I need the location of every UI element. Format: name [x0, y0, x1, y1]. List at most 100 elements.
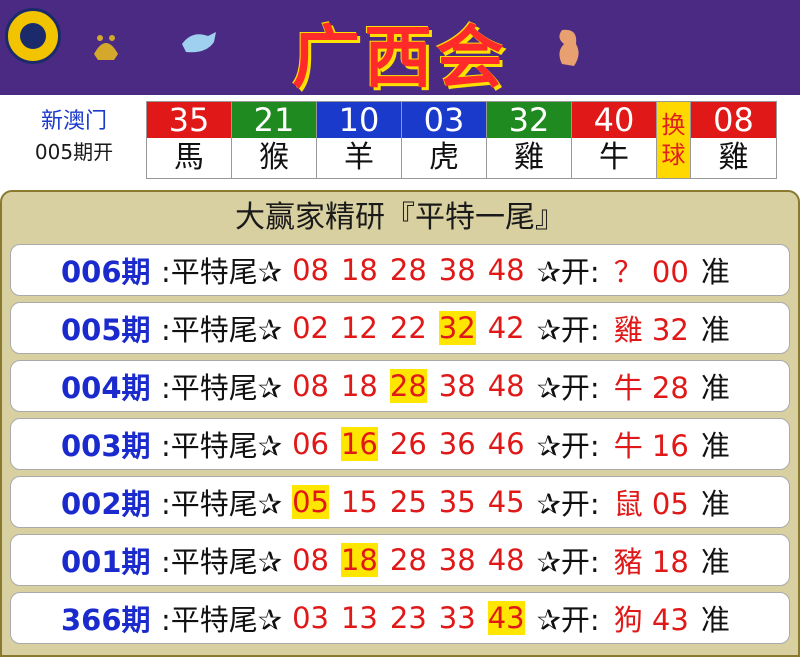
special-ball: 08 雞 [691, 102, 776, 178]
row-result: 雞 32 [613, 313, 689, 347]
row-number: 18 [340, 253, 378, 287]
row-number: 12 [340, 311, 378, 345]
row-result: 牛 28 [613, 371, 689, 405]
row-number: 38 [438, 543, 476, 577]
row-number: 46 [487, 427, 525, 461]
row-numbers: 06 16 26 36 46 [292, 427, 525, 461]
row-numbers: 08 18 28 38 48 [292, 369, 525, 403]
row-number: 05 [292, 485, 329, 519]
row-number: 33 [438, 601, 476, 635]
row-number: 25 [389, 485, 427, 519]
row-number: 48 [487, 543, 525, 577]
row-number: 22 [389, 311, 427, 345]
row-period: 366期 [61, 603, 151, 637]
prediction-row: 001期 :平特尾✰ 08 18 28 38 48 ✰开: 豬 18 准 [10, 534, 790, 586]
draw-ball: 21 猴 [232, 102, 317, 178]
latest-draw: 新澳门 005期开 35 馬 21 猴 10 羊 03 虎 32 雞 40 牛 换球 08 雞 [0, 95, 800, 190]
draw-balls: 35 馬 21 猴 10 羊 03 虎 32 雞 40 牛 换球 08 雞 [146, 101, 777, 179]
row-number: 16 [340, 427, 378, 461]
row-number: 28 [389, 543, 427, 577]
row-accuracy: 准 [700, 603, 730, 637]
row-number: 13 [340, 601, 378, 635]
row-open-label: ✰开: [536, 429, 600, 463]
row-label: :平特尾✰ [161, 371, 283, 405]
row-number: 06 [292, 427, 329, 461]
prediction-row: 366期 :平特尾✰ 03 13 23 33 43 ✰开: 狗 43 准 [10, 592, 790, 644]
row-open-label: ✰开: [536, 487, 600, 521]
panel-title: 大赢家精研『平特一尾』 [235, 200, 565, 235]
row-result: 牛 16 [613, 429, 689, 463]
site-title: 广西会 [291, 19, 508, 98]
prediction-row: 006期 :平特尾✰ 08 18 28 38 48 ✰开: ？ 00 准 [10, 244, 790, 296]
prediction-row: 005期 :平特尾✰ 02 12 22 32 42 ✰开: 雞 32 准 [10, 302, 790, 354]
row-label: :平特尾✰ [161, 545, 283, 579]
prediction-row: 003期 :平特尾✰ 06 16 26 36 46 ✰开: 牛 16 准 [10, 418, 790, 470]
row-result: 鼠 05 [613, 487, 689, 521]
row-label: :平特尾✰ [161, 255, 283, 289]
row-numbers: 03 13 23 33 43 [292, 601, 525, 635]
row-number: 45 [487, 485, 525, 519]
row-open-label: ✰开: [536, 371, 600, 405]
header: 广西会 [0, 0, 800, 98]
row-accuracy: 准 [700, 313, 730, 347]
row-label: :平特尾✰ [161, 487, 283, 521]
row-period: 003期 [61, 429, 151, 463]
row-number: 03 [292, 601, 329, 635]
row-number: 26 [389, 427, 427, 461]
row-number: 23 [389, 601, 427, 635]
row-open-label: ✰开: [536, 255, 600, 289]
row-number: 28 [389, 253, 427, 287]
prediction-panel: 大赢家精研『平特一尾』 006期:平特尾✰ 08 18 28 38 48 ✰开:？ 00 准 0… [0, 190, 800, 657]
row-accuracy: 准 [700, 545, 730, 579]
row-number: 02 [292, 311, 329, 345]
row-number: 38 [438, 253, 476, 287]
row-number: 08 [292, 543, 329, 577]
row-number: 43 [487, 601, 525, 635]
row-period: 006期 [61, 255, 151, 289]
row-number: 15 [340, 485, 378, 519]
row-number: 08 [292, 253, 329, 287]
row-label: :平特尾✰ [161, 313, 283, 347]
row-accuracy: 准 [700, 429, 730, 463]
row-accuracy: 准 [700, 371, 730, 405]
row-label: :平特尾✰ [161, 603, 283, 637]
row-numbers: 08 18 28 38 48 [292, 543, 525, 577]
row-open-label: ✰开: [536, 313, 600, 347]
row-period: 001期 [61, 545, 151, 579]
row-numbers: 02 12 22 32 42 [292, 311, 525, 345]
row-number: 28 [389, 369, 427, 403]
draw-ball: 32 雞 [487, 102, 572, 178]
row-result: 豬 18 [613, 545, 689, 579]
row-period: 004期 [61, 371, 151, 405]
row-result: 狗 43 [613, 603, 689, 637]
draw-ball: 03 虎 [402, 102, 487, 178]
row-open-label: ✰开: [536, 603, 600, 637]
row-number: 48 [487, 369, 525, 403]
row-period: 005期 [61, 313, 151, 347]
prediction-row: 002期:平特尾✰ 05 15 25 35 45 ✰开: 鼠 05 准 [10, 476, 790, 528]
draw-issue: 005期开 [34, 140, 114, 164]
prediction-row: 004期 :平特尾✰ 08 18 28 38 48 ✰开: 牛 28 准 [10, 360, 790, 412]
draw-ball: 10 羊 [317, 102, 402, 178]
row-number: 48 [487, 253, 525, 287]
row-result: ？ 00 [613, 255, 689, 289]
draw-ball: 40 牛 [572, 102, 657, 178]
prediction-list: 006期 :平特尾✰ 08 18 28 38 48 ✰开: ？ 00 准 005期 :平特尾✰ 02 12… [2, 244, 798, 644]
row-numbers: 08 18 28 38 48 [292, 253, 525, 287]
row-open-label: ✰开: [536, 545, 600, 579]
draw-lottery-name: 新澳门 [40, 109, 107, 134]
row-accuracy: 准 [700, 255, 730, 289]
row-number: 32 [438, 311, 476, 345]
swap-ball-label: 换球 [657, 102, 691, 178]
row-accuracy: 准 [700, 487, 730, 521]
row-number: 36 [438, 427, 476, 461]
row-number: 42 [487, 311, 525, 345]
draw-ball: 35 馬 [147, 102, 232, 178]
row-number: 38 [438, 369, 476, 403]
row-number: 08 [292, 369, 329, 403]
row-label: :平特尾✰ [161, 429, 283, 463]
row-period: 002期 [61, 487, 151, 521]
row-number: 18 [340, 369, 378, 403]
row-numbers: 05 15 25 35 45 [292, 485, 525, 519]
row-number: 18 [340, 543, 378, 577]
